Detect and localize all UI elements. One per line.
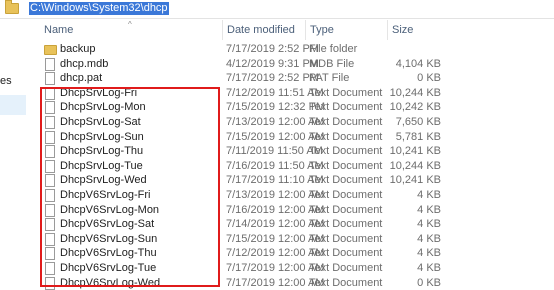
file-size: 10,241 KB	[389, 145, 441, 158]
file-row[interactable]: DhcpSrvLog-Tue 7/16/2019 11:50 AM Text Doc…	[0, 159, 554, 173]
file-row[interactable]: DhcpSrvLog-Wed 7/17/2019 11:10 AM Text Doc…	[0, 173, 554, 188]
file-row[interactable]: DhcpSrvLog-Thu 7/11/2019 11:50 AM Text Doc…	[0, 144, 554, 159]
file-size: 0 KB	[417, 276, 441, 289]
file-name: DhcpV6SrvLog-Tue	[60, 262, 157, 274]
file-size: 4 KB	[417, 203, 441, 216]
column-header-name[interactable]: Name	[44, 20, 73, 40]
file-type: MDB File	[309, 57, 355, 70]
file-row[interactable]: DhcpSrvLog-Mon 7/15/2019 12:32 PM Text Doc…	[0, 100, 554, 115]
file-name: DhcpSrvLog-Sat	[60, 116, 141, 128]
file-name: DhcpSrvLog-Tue	[60, 159, 143, 172]
file-size: 5,781 KB	[395, 130, 441, 143]
file-type: PAT File	[309, 72, 350, 85]
folder-icon	[5, 0, 19, 14]
column-header-date-modified[interactable]: Date modified	[222, 20, 295, 40]
address-path[interactable]: C:\Windows\System32\dhcp	[29, 2, 169, 15]
file-type: Text Document	[309, 262, 383, 274]
file-size: 4,104 KB	[395, 57, 441, 70]
file-row[interactable]: DhcpV6SrvLog-Fri 7/13/2019 12:00 AM Text D…	[0, 188, 554, 202]
file-name: backup	[60, 43, 96, 55]
file-size: 0 KB	[417, 72, 441, 85]
file-icon	[45, 57, 55, 71]
file-name: dhcp.pat	[60, 72, 103, 85]
text-document-icon	[45, 86, 55, 100]
text-document-icon	[45, 101, 55, 115]
file-type: Text Document	[309, 247, 383, 260]
text-document-icon	[45, 232, 55, 246]
file-size: 10,241 KB	[389, 174, 441, 187]
text-document-icon	[45, 218, 55, 232]
file-size: 4 KB	[417, 262, 441, 274]
column-header-size[interactable]: Size	[387, 20, 413, 40]
file-size: 7,650 KB	[395, 116, 441, 128]
file-name: dhcp.mdb	[60, 57, 109, 70]
file-date-modified: 7/17/2019 2:52 PM	[226, 72, 319, 85]
text-document-icon	[45, 174, 55, 188]
file-name: DhcpSrvLog-Thu	[60, 145, 144, 158]
file-size: 10,242 KB	[389, 101, 441, 114]
file-name: DhcpV6SrvLog-Wed	[60, 276, 161, 289]
file-type: Text Document	[309, 174, 383, 187]
file-row[interactable]: DhcpSrvLog-Sat 7/13/2019 12:00 AM Text Doc…	[0, 115, 554, 129]
file-type: Text Document	[309, 203, 383, 216]
text-document-icon	[45, 276, 55, 290]
file-type: Text Document	[309, 130, 383, 143]
file-row[interactable]: DhcpV6SrvLog-Tue 7/17/2019 12:00 AM Text D…	[0, 261, 554, 275]
file-type: Text Document	[309, 86, 383, 99]
file-size: 10,244 KB	[389, 159, 441, 172]
file-name: DhcpSrvLog-Sun	[60, 130, 144, 143]
address-bar[interactable]: C:\Windows\System32\dhcp	[0, 0, 554, 19]
file-row[interactable]: DhcpV6SrvLog-Sat 7/14/2019 12:00 AM Text D…	[0, 217, 554, 232]
file-size: 4 KB	[417, 232, 441, 245]
file-row[interactable]: DhcpSrvLog-Sun 7/15/2019 12:00 AM Text Doc…	[0, 130, 554, 144]
text-document-icon	[45, 247, 55, 261]
file-type: File folder	[309, 43, 358, 55]
file-name: DhcpV6SrvLog-Sun	[60, 232, 158, 245]
file-row[interactable]: backup 7/17/2019 2:52 PM File folder	[0, 42, 554, 56]
file-type: Text Document	[309, 145, 383, 158]
file-name: DhcpV6SrvLog-Thu	[60, 247, 157, 260]
file-type: Text Document	[309, 116, 383, 128]
file-type: Text Document	[309, 189, 383, 201]
file-name: DhcpV6SrvLog-Fri	[60, 189, 151, 201]
file-size: 4 KB	[417, 218, 441, 231]
file-date-modified: 7/17/2019 2:52 PM	[226, 43, 319, 55]
file-type: Text Document	[309, 159, 383, 172]
text-document-icon	[45, 159, 55, 173]
file-name: DhcpV6SrvLog-Sat	[60, 218, 155, 231]
text-document-icon	[45, 116, 55, 129]
file-type: Text Document	[309, 232, 383, 245]
text-document-icon	[45, 189, 55, 202]
file-row[interactable]: DhcpV6SrvLog-Wed 7/17/2019 12:00 AM Text D…	[0, 276, 554, 290]
file-icon	[45, 72, 55, 86]
file-size: 4 KB	[417, 189, 441, 201]
text-document-icon	[45, 262, 55, 275]
text-document-icon	[45, 203, 55, 217]
file-name: DhcpSrvLog-Wed	[60, 174, 147, 187]
text-document-icon	[45, 130, 55, 144]
file-date-modified: 4/12/2019 9:31 PM	[226, 57, 319, 70]
file-type: Text Document	[309, 276, 383, 289]
file-size: 4 KB	[417, 247, 441, 260]
file-row[interactable]: DhcpV6SrvLog-Mon 7/16/2019 12:00 AM Text D…	[0, 203, 554, 217]
file-name: DhcpSrvLog-Fri	[60, 86, 138, 99]
file-row[interactable]: dhcp.pat 7/17/2019 2:52 PM PAT File 0 KB	[0, 71, 554, 86]
file-size: 10,244 KB	[389, 86, 441, 99]
file-row[interactable]: DhcpV6SrvLog-Thu 7/12/2019 12:00 AM Text D…	[0, 246, 554, 261]
file-type: Text Document	[309, 101, 383, 114]
file-row[interactable]: DhcpV6SrvLog-Sun 7/15/2019 12:00 AM Text D…	[0, 232, 554, 246]
file-name: DhcpSrvLog-Mon	[60, 101, 146, 114]
column-header-type[interactable]: Type	[305, 20, 334, 40]
folder-icon	[44, 45, 57, 55]
file-name: DhcpV6SrvLog-Mon	[60, 203, 160, 216]
text-document-icon	[45, 145, 55, 159]
file-row[interactable]: dhcp.mdb 4/12/2019 9:31 PM MDB File 4,104 K…	[0, 57, 554, 71]
file-row[interactable]: DhcpSrvLog-Fri 7/12/2019 11:51 AM Text Doc…	[0, 86, 554, 100]
file-type: Text Document	[309, 218, 383, 231]
sort-chevron-icon: ^	[128, 20, 132, 29]
